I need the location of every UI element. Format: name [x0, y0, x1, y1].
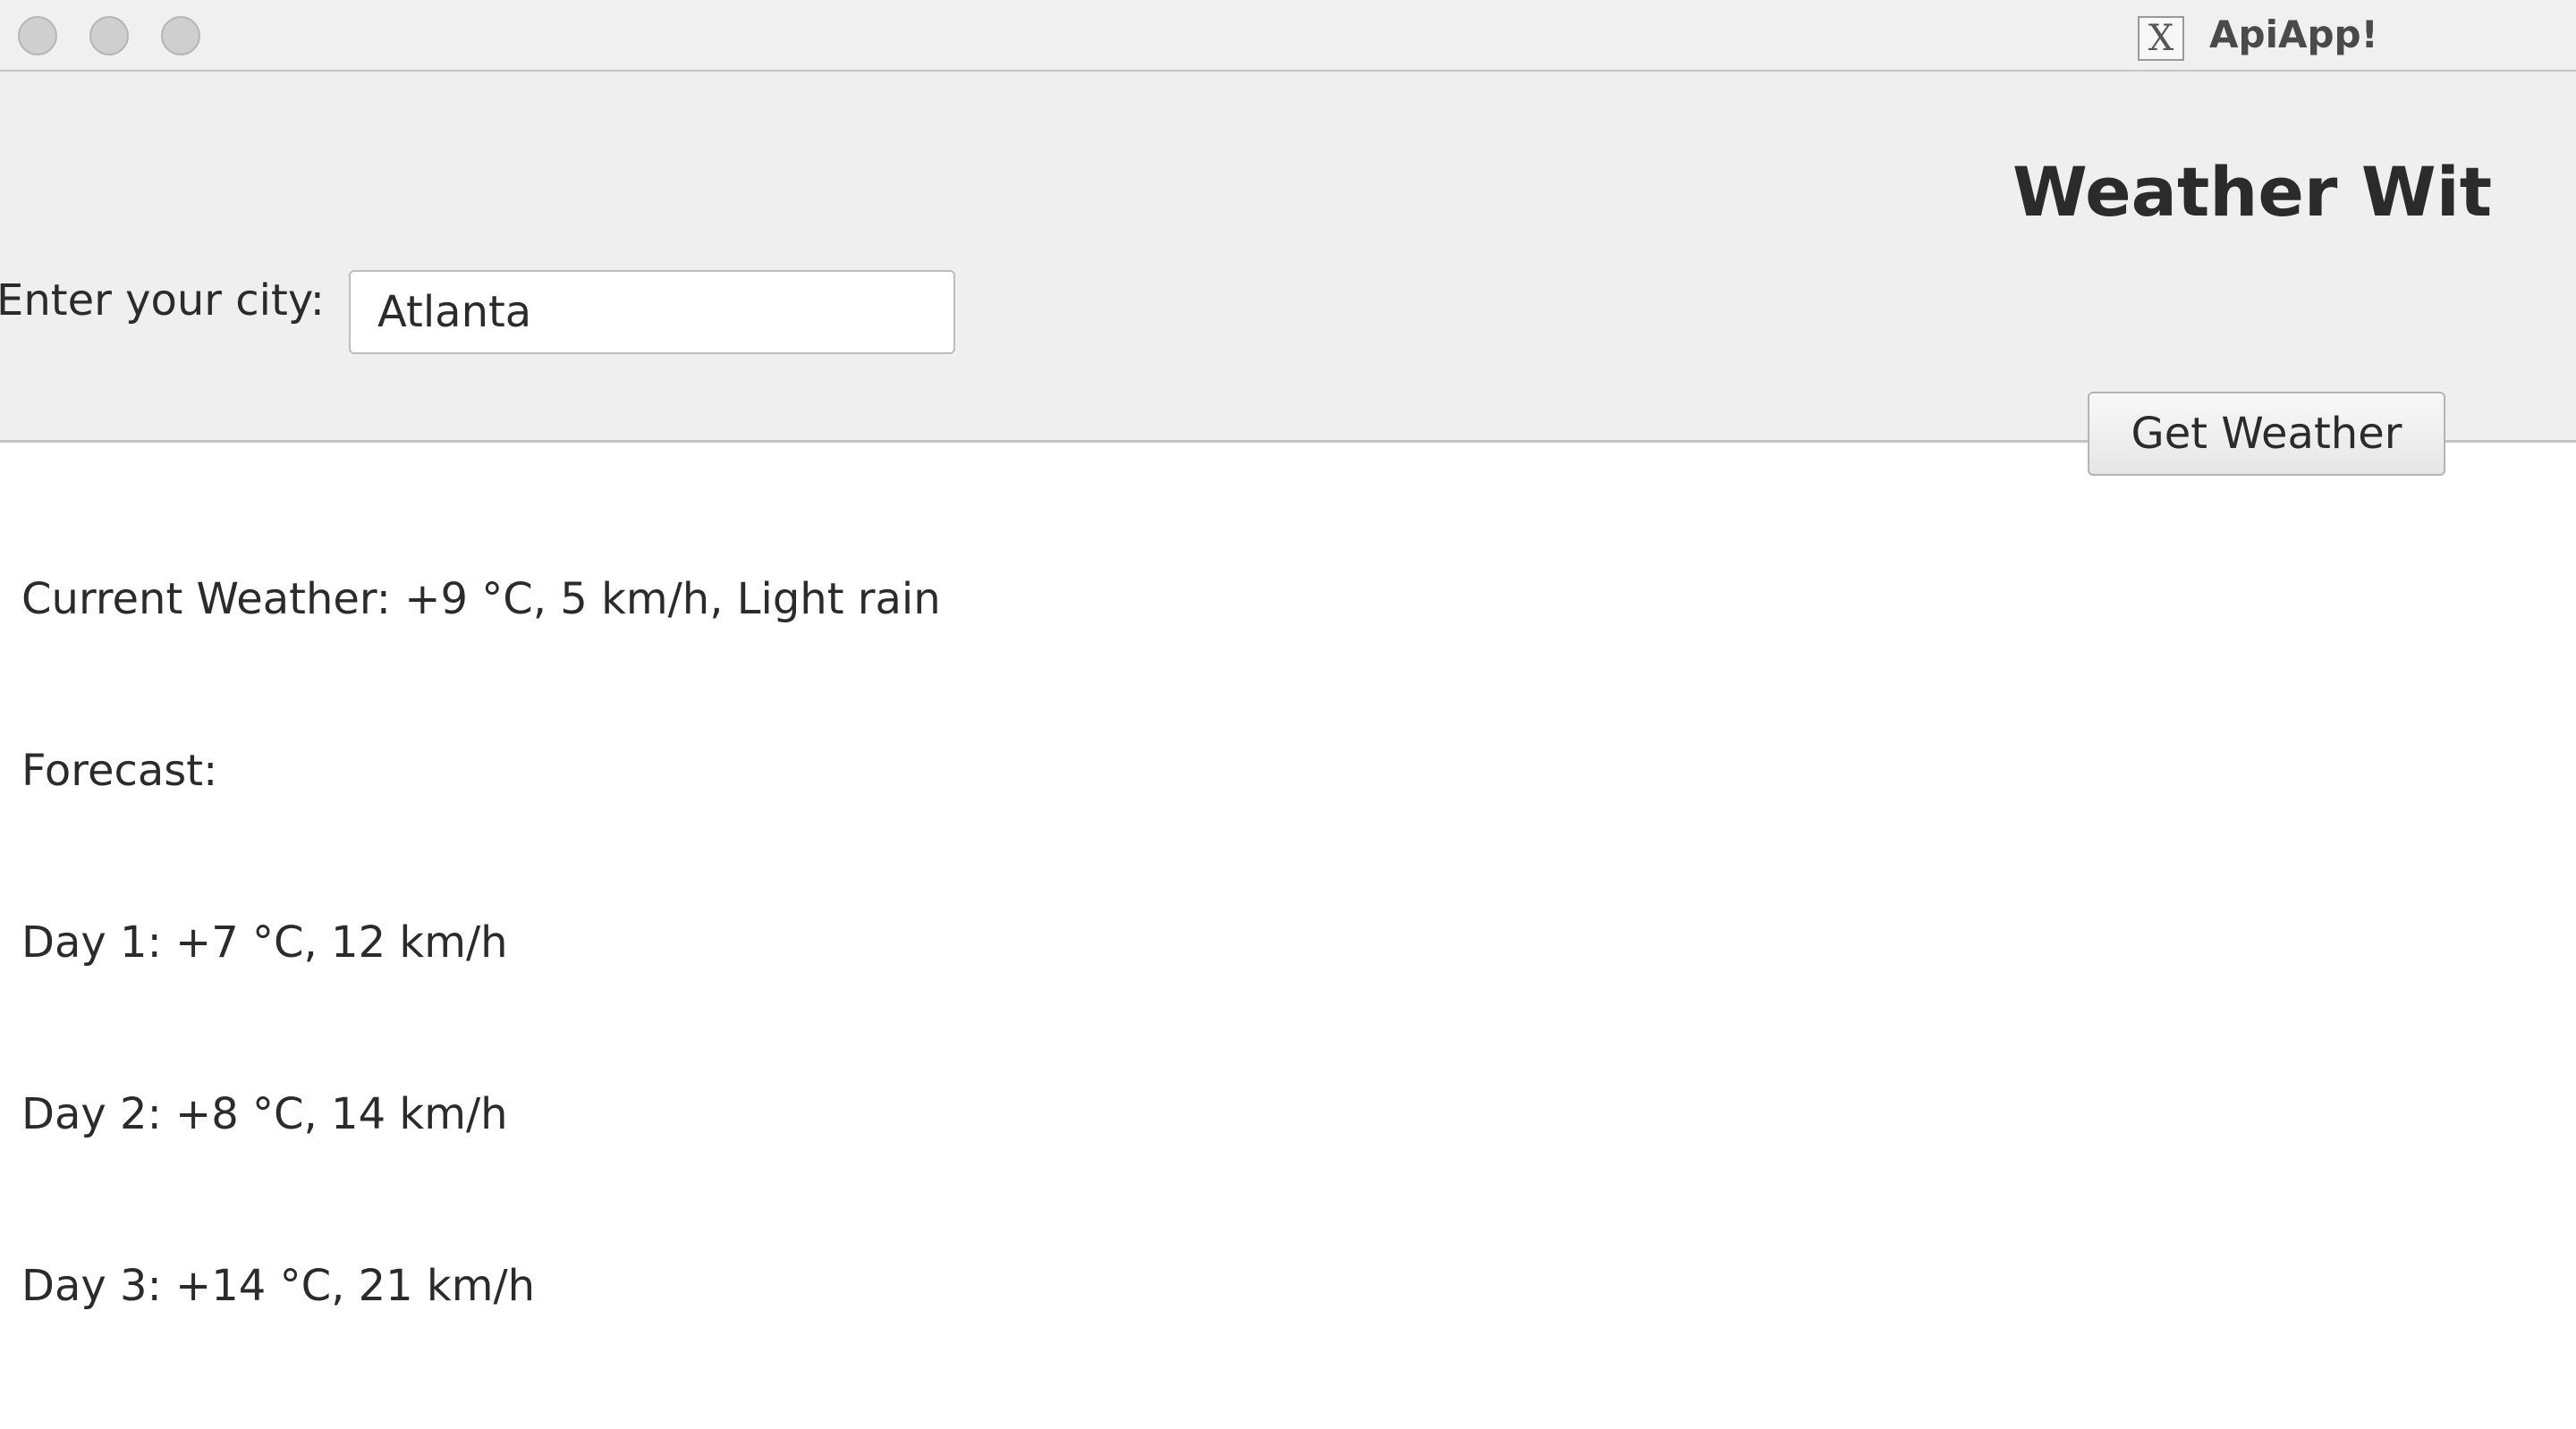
- weather-output: Current Weather: +9 °C, 5 km/h, Light ra…: [21, 456, 941, 1429]
- city-input[interactable]: [349, 270, 955, 354]
- minimize-window-button[interactable]: [89, 16, 129, 55]
- page-title: Weather Wit: [2012, 152, 2493, 232]
- forecast-day-1: Day 1: +7 °C, 12 km/h: [21, 917, 508, 968]
- window-title: ApiApp!: [2209, 13, 2378, 56]
- get-weather-button[interactable]: Get Weather: [2088, 392, 2445, 476]
- zoom-window-button[interactable]: [161, 16, 200, 55]
- forecast-day-3: Day 3: +14 °C, 21 km/h: [21, 1261, 536, 1311]
- forecast-day-2: Day 2: +8 °C, 14 km/h: [21, 1089, 508, 1139]
- city-label: Enter your city:: [0, 275, 325, 326]
- input-panel: Weather Wit Enter your city: Get Weather: [0, 72, 2576, 476]
- x11-app-icon: X: [2138, 16, 2184, 61]
- title-bar: X ApiApp!: [0, 0, 2576, 72]
- app-window: X ApiApp! Weather Wit Enter your city: G…: [0, 0, 2576, 1311]
- close-window-button[interactable]: [18, 16, 57, 55]
- current-weather-line: Current Weather: +9 °C, 5 km/h, Light ra…: [21, 574, 941, 624]
- forecast-label: Forecast:: [21, 746, 218, 796]
